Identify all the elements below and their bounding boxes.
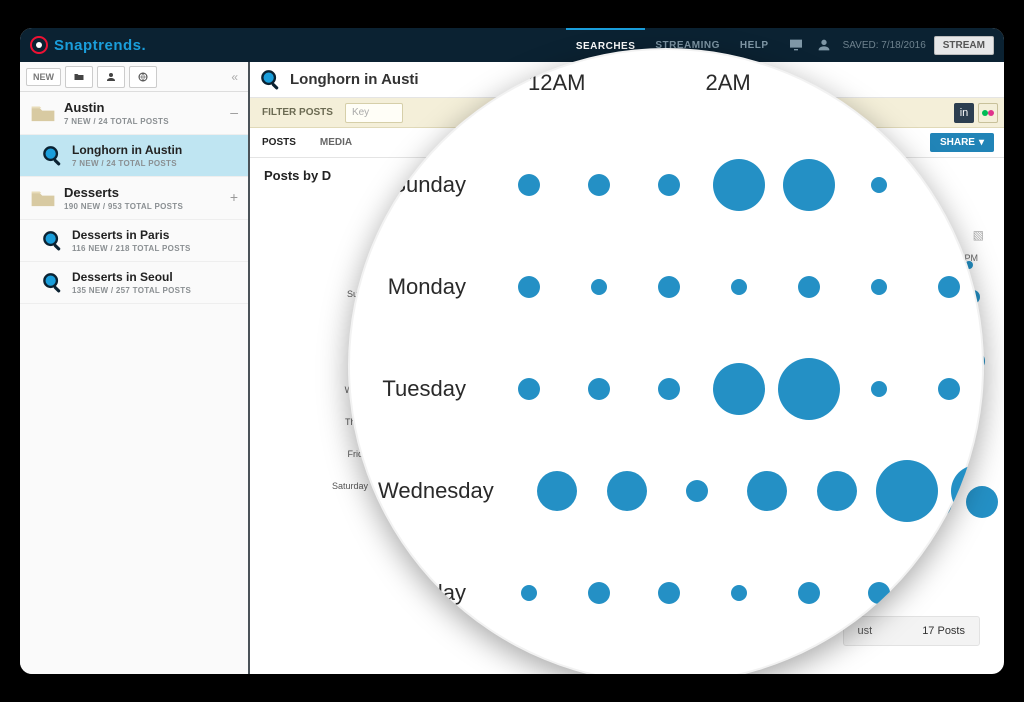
sidebar: NEW « Austin 7 NEW / 24 TOTAL POSTS – Lo… — [20, 62, 250, 674]
heatmap-dot — [938, 276, 960, 298]
brand-text: Snaptrends. — [54, 37, 146, 54]
lens-row: Tuesday — [378, 338, 984, 440]
lens-row: day — [378, 542, 984, 644]
folder-icon — [30, 103, 56, 123]
heatmap-dot — [686, 480, 708, 502]
brand-icon — [30, 36, 48, 54]
heatmap-dot — [658, 276, 680, 298]
item-title: Desserts in Seoul — [72, 270, 191, 284]
search-icon — [42, 272, 64, 294]
lens-day-label: day — [378, 580, 494, 606]
lens-row: Monday — [378, 236, 984, 338]
magnifier-lens: 12AM 2AM 4A Sunday Monday Tuesday Wednesday… — [348, 48, 984, 674]
app-window: Snaptrends. SEARCHES STREAMING HELP SAVE… — [20, 28, 1004, 674]
heatmap-dot — [941, 585, 957, 601]
item-sub: 116 NEW / 218 TOTAL POSTS — [72, 244, 191, 253]
sidebar-toolbar: NEW « — [20, 62, 248, 92]
item-sub: 135 NEW / 257 TOTAL POSTS — [72, 286, 191, 295]
heatmap-dot — [607, 471, 647, 511]
heatmap-dot — [521, 585, 537, 601]
lens-day-label: Monday — [378, 274, 494, 300]
heatmap-dot — [868, 582, 890, 604]
heatmap-dot — [871, 279, 887, 295]
heatmap-dot — [731, 279, 747, 295]
item-title: Longhorn in Austin — [72, 143, 182, 157]
heatmap-dot — [518, 276, 540, 298]
lens-day-label: Wednesday — [378, 478, 522, 504]
item-sub: 7 NEW / 24 TOTAL POSTS — [72, 159, 182, 168]
heatmap-dot — [798, 582, 820, 604]
heatmap-dot — [871, 381, 887, 397]
sidebar-item-longhorn[interactable]: Longhorn in Austin 7 NEW / 24 TOTAL POST… — [20, 135, 248, 177]
heatmap-dot — [713, 363, 765, 415]
heatmap-dot — [518, 378, 540, 400]
sidebar-item-paris[interactable]: Desserts in Paris 116 NEW / 218 TOTAL PO… — [20, 220, 248, 262]
person-button[interactable] — [97, 66, 125, 88]
lens-row: Sunday — [378, 134, 984, 236]
heatmap-dot — [591, 279, 607, 295]
heatmap-dot — [658, 174, 680, 196]
heatmap-dot — [731, 585, 747, 601]
sidebar-group-desserts[interactable]: Desserts 190 NEW / 953 TOTAL POSTS + — [20, 177, 248, 220]
lens-day-label: Tuesday — [378, 376, 494, 402]
heatmap-dot — [938, 378, 960, 400]
group-title: Austin — [64, 100, 169, 115]
saved-meta: SAVED: 7/18/2016 — [835, 40, 934, 51]
heatmap-dot — [817, 471, 857, 511]
heatmap-dot — [798, 276, 820, 298]
heatmap-dot — [588, 174, 610, 196]
heatmap-dot — [951, 465, 984, 517]
heatmap-dot — [871, 177, 887, 193]
tab-posts[interactable]: POSTS — [250, 128, 308, 158]
folder-icon — [30, 188, 56, 208]
globe-button[interactable] — [129, 66, 157, 88]
group-sub: 7 NEW / 24 TOTAL POSTS — [64, 117, 169, 126]
heatmap-dot — [876, 460, 938, 522]
lens-rows: Sunday Monday Tuesday Wednesday day — [378, 134, 984, 644]
group-sub: 190 NEW / 953 TOTAL POSTS — [64, 202, 183, 211]
lens-hour-labels: 12AM 2AM 4A — [528, 70, 898, 96]
search-icon — [42, 230, 64, 252]
heatmap-dot — [944, 180, 954, 190]
sidebar-collapse-icon[interactable]: « — [227, 70, 242, 84]
sidebar-group-austin[interactable]: Austin 7 NEW / 24 TOTAL POSTS – — [20, 92, 248, 135]
heatmap-dot — [778, 358, 840, 420]
filter-label: FILTER POSTS — [256, 107, 339, 118]
heatmap-dot — [783, 159, 835, 211]
group-title: Desserts — [64, 185, 183, 200]
heatmap-dot — [588, 378, 610, 400]
item-title: Desserts in Paris — [72, 228, 191, 242]
lens-day-label: Sunday — [378, 172, 494, 198]
heatmap-dot — [537, 471, 577, 511]
monitor-icon[interactable] — [785, 34, 807, 56]
brand[interactable]: Snaptrends. — [30, 36, 146, 54]
new-button[interactable]: NEW — [26, 68, 61, 86]
search-icon — [42, 145, 64, 167]
heatmap-dot — [658, 582, 680, 604]
collapse-toggle[interactable]: – — [230, 104, 238, 120]
lens-row: Wednesday — [378, 440, 984, 542]
stream-button[interactable]: STREAM — [934, 36, 994, 55]
topbar: Snaptrends. SEARCHES STREAMING HELP SAVE… — [20, 28, 1004, 62]
heatmap-dot — [747, 471, 787, 511]
heatmap-dot — [713, 159, 765, 211]
expand-toggle[interactable]: + — [230, 189, 238, 205]
heatmap-dot — [518, 174, 540, 196]
folder-button[interactable] — [65, 66, 93, 88]
sidebar-item-seoul[interactable]: Desserts in Seoul 135 NEW / 257 TOTAL PO… — [20, 262, 248, 304]
user-icon[interactable] — [813, 34, 835, 56]
heatmap-dot — [588, 582, 610, 604]
heatmap-dot — [658, 378, 680, 400]
search-icon — [260, 69, 282, 91]
